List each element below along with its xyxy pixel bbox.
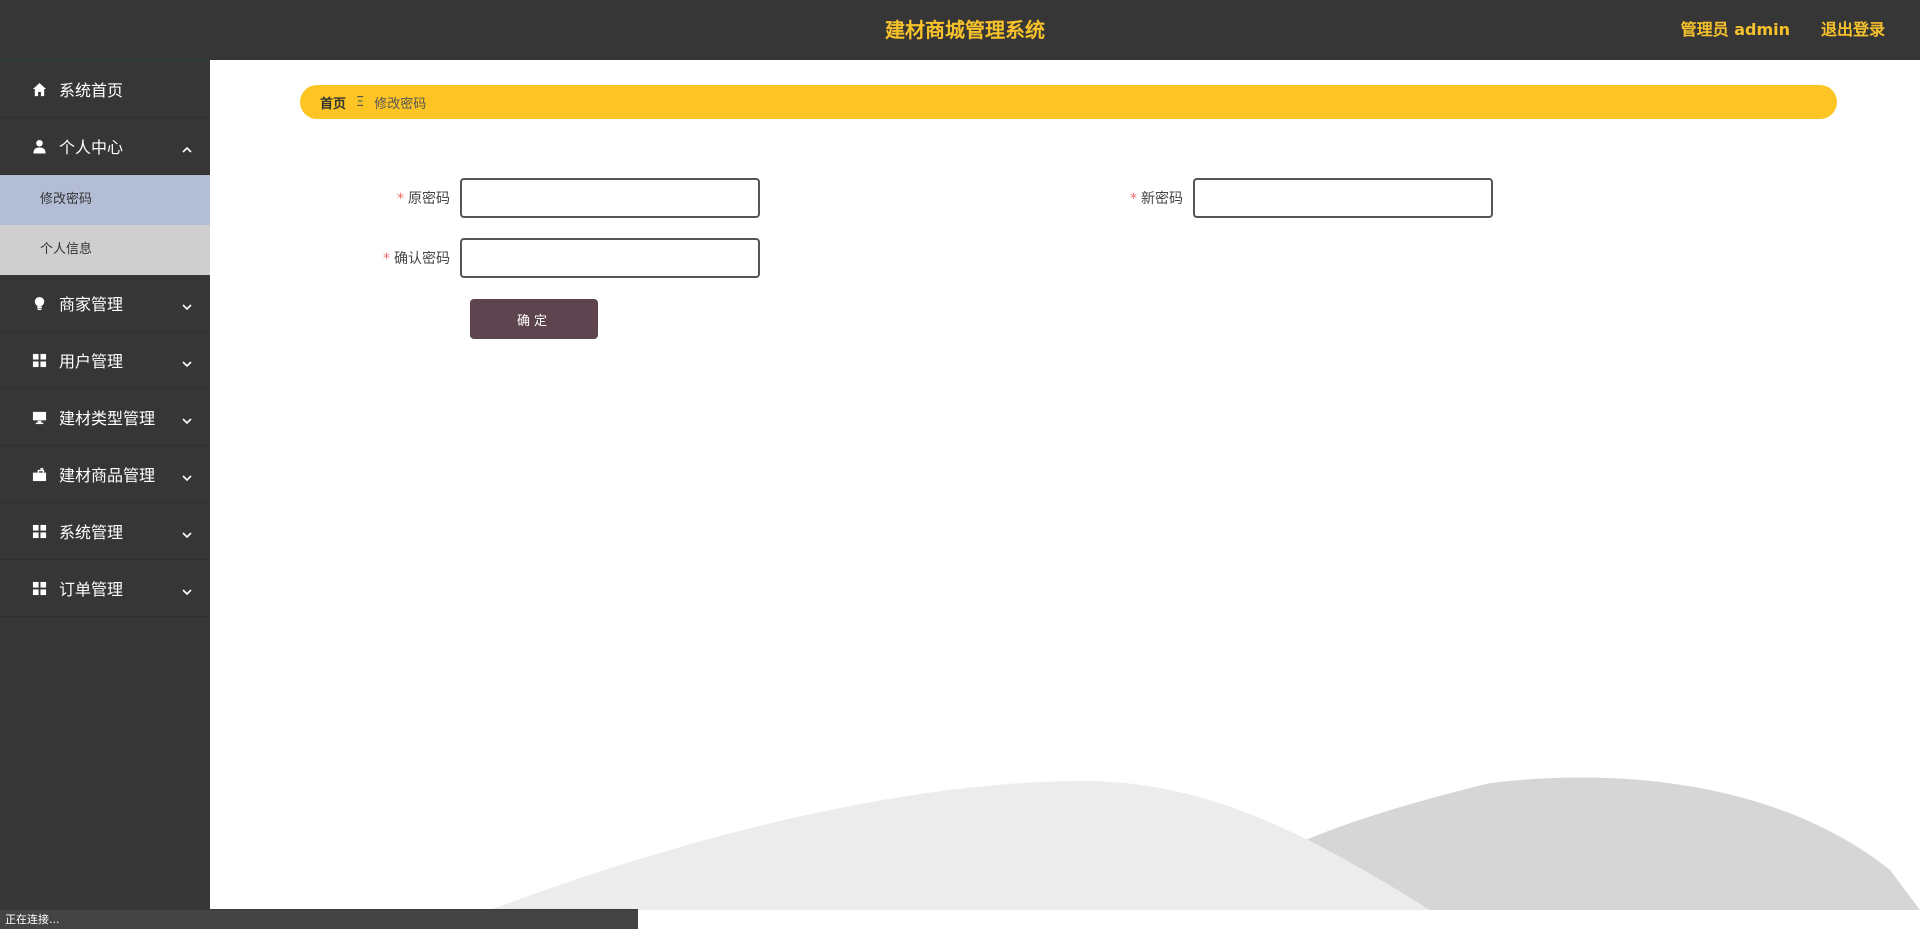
sidebar-item-system-management[interactable]: 系统管理 <box>0 503 210 560</box>
breadcrumb: 首页 Ξ 修改密码 <box>300 85 1837 119</box>
grid-icon <box>31 523 47 539</box>
sidebar-subitem-change-password[interactable]: 修改密码 <box>0 175 210 225</box>
confirm-password-input[interactable] <box>460 238 760 278</box>
confirm-password-row: * 确认密码 <box>360 238 760 278</box>
breadcrumb-separator: Ξ <box>356 94 365 110</box>
required-mark: * <box>383 251 390 267</box>
sidebar-item-user-management[interactable]: 用户管理 <box>0 332 210 389</box>
sidebar-item-home[interactable]: 系统首页 <box>0 61 210 118</box>
grid-icon <box>31 352 47 368</box>
chevron-down-icon <box>182 354 192 368</box>
sidebar-item-label: 订单管理 <box>59 580 124 599</box>
chevron-down-icon <box>182 468 192 482</box>
status-bar: 正在连接... <box>0 909 638 929</box>
decorative-hills <box>490 777 1920 910</box>
sidebar-item-merchant[interactable]: 商家管理 <box>0 275 210 332</box>
monitor-icon <box>31 409 47 425</box>
home-icon <box>31 81 47 97</box>
confirm-password-label: * 确认密码 <box>383 251 450 267</box>
new-password-row: * 新密码 <box>1093 178 1493 218</box>
chevron-down-icon <box>182 582 192 596</box>
chevron-down-icon <box>182 411 192 425</box>
old-password-row: * 原密码 <box>360 178 760 218</box>
sidebar-item-label: 系统首页 <box>59 81 124 100</box>
sidebar-item-order-management[interactable]: 订单管理 <box>0 560 210 617</box>
user-icon <box>31 138 47 154</box>
sidebar-item-label: 建材类型管理 <box>59 409 156 428</box>
sidebar-item-label: 建材商品管理 <box>59 466 156 485</box>
breadcrumb-current: 修改密码 <box>374 96 427 112</box>
chevron-down-icon <box>182 525 192 539</box>
sidebar: 系统首页 个人中心 修改密码 个人信息 商家管理 用户管理 建材类型管理 建材商… <box>0 60 210 929</box>
required-mark: * <box>1130 191 1137 207</box>
submit-button[interactable]: 确定 <box>470 299 598 339</box>
current-user-label: 管理员 admin <box>1680 20 1790 39</box>
required-mark: * <box>397 191 404 207</box>
old-password-input[interactable] <box>460 178 760 218</box>
sidebar-item-personal-center[interactable]: 个人中心 <box>0 118 210 175</box>
chevron-up-icon <box>182 140 192 153</box>
sidebar-item-label: 用户管理 <box>59 352 124 371</box>
top-header: 建材商城管理系统 管理员 admin 退出登录 <box>0 0 1920 60</box>
bulb-icon <box>31 295 47 311</box>
breadcrumb-home-link[interactable]: 首页 <box>320 93 346 112</box>
sidebar-item-material-goods[interactable]: 建材商品管理 <box>0 446 210 503</box>
old-password-label: * 原密码 <box>397 191 450 207</box>
sidebar-item-label: 个人中心 <box>59 138 124 157</box>
app-title: 建材商城管理系统 <box>885 18 1045 42</box>
new-password-label: * 新密码 <box>1130 191 1183 207</box>
chevron-down-icon <box>182 297 192 311</box>
sidebar-subitem-personal-info[interactable]: 个人信息 <box>0 225 210 275</box>
toolbox-icon <box>31 466 47 482</box>
sidebar-item-label: 商家管理 <box>59 295 124 314</box>
logout-link[interactable]: 退出登录 <box>1821 0 1885 60</box>
grid-icon <box>31 580 47 596</box>
new-password-input[interactable] <box>1193 178 1493 218</box>
sidebar-item-label: 系统管理 <box>59 523 124 542</box>
sidebar-item-material-type[interactable]: 建材类型管理 <box>0 389 210 446</box>
